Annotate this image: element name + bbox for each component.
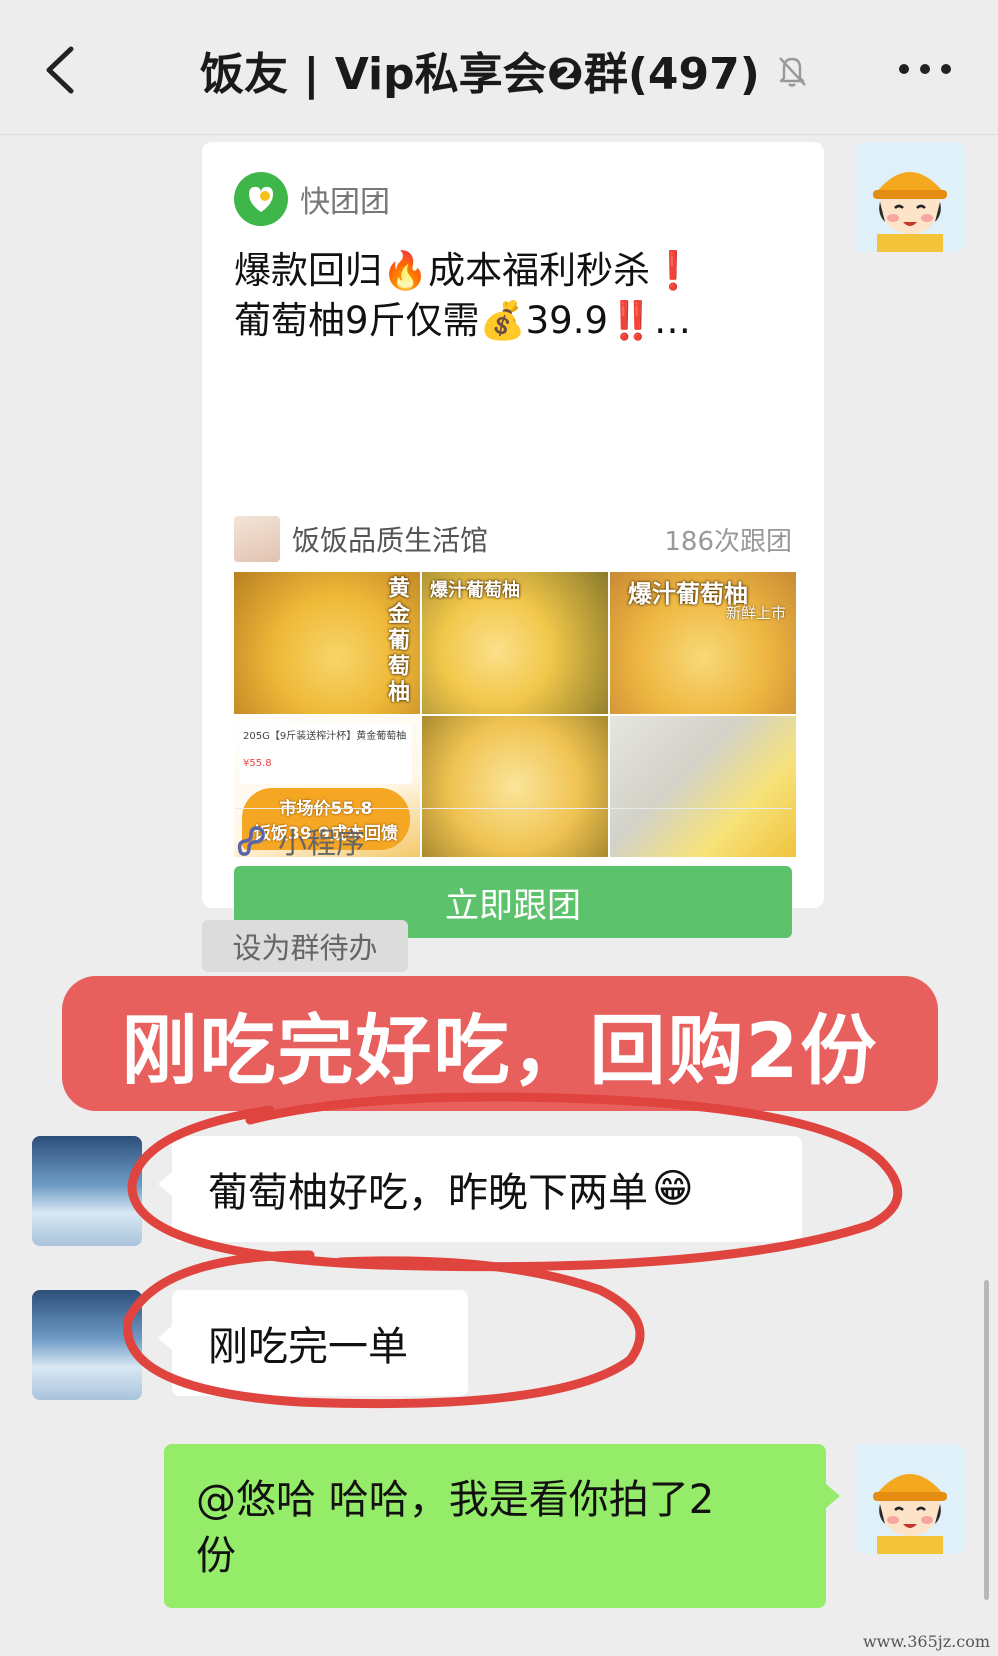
message-text: 刚吃完一单 <box>208 1324 408 1370</box>
card-brand: 快团团 <box>234 172 390 226</box>
more-dots-icon <box>899 64 951 74</box>
store-name: 饭饭品质生活馆 <box>292 524 489 557</box>
message-bubble[interactable]: 刚吃完一单 <box>158 1290 468 1396</box>
mini-program-label: 小程序 <box>278 826 366 860</box>
photo-label: 黄金葡萄柚 <box>384 576 409 706</box>
mini-program-card[interactable]: 快团团 爆款回归🔥成本福利秒杀❗ 葡萄柚9斤仅需💰39.9‼️… 饭饭品质生活馆… <box>202 142 824 938</box>
message-text: 葡萄柚好吃，昨晚下两单 <box>208 1170 648 1216</box>
mini-program-icon <box>237 826 265 856</box>
card-title: 爆款回归🔥成本福利秒杀❗ 葡萄柚9斤仅需💰39.9‼️… <box>234 246 794 346</box>
chat-title-group: 饭友 | Vip私享会❷群(497) <box>200 40 840 100</box>
chat-title: 饭友 | Vip私享会❷群(497) <box>200 49 760 100</box>
card-title-line1: 爆款回归🔥成本福利秒杀❗ <box>234 249 697 292</box>
grin-emoji: 😁 <box>652 1166 694 1212</box>
message-text-line2: 份 <box>196 1533 236 1579</box>
sender-avatar[interactable] <box>32 1290 142 1400</box>
card-divider <box>234 808 792 809</box>
card-title-line2: 葡萄柚9斤仅需💰39.9‼️… <box>234 299 692 342</box>
card-footer: 小程序 <box>234 818 365 864</box>
product-photo: 爆汁葡萄柚 新鲜上市 <box>610 572 796 714</box>
back-button[interactable] <box>30 40 90 100</box>
chevron-left-icon <box>46 46 74 94</box>
chat-header: 饭友 | Vip私享会❷群(497) <box>0 0 998 135</box>
kuaituantuan-logo-icon <box>234 172 288 226</box>
chat-screen: 饭友 | Vip私享会❷群(497) 快团团 爆款回归🔥成本福利秒杀❗ 葡萄柚9… <box>0 0 998 1656</box>
cartoon-girl-icon <box>855 142 965 252</box>
scrollbar[interactable] <box>984 1280 989 1600</box>
my-avatar[interactable] <box>855 142 965 252</box>
mini-product-listing: 205G【9斤装送榨汁杯】黄金葡萄柚 ¥55.8 <box>240 724 412 784</box>
store-avatar <box>234 516 280 562</box>
product-photo: 黄金葡萄柚 <box>234 572 420 714</box>
cartoon-girl-icon <box>855 1444 965 1554</box>
price-tag-line1: 市场价55.8 <box>279 799 373 819</box>
message-text-line1: @悠哈 哈哈，我是看你拍了2 <box>196 1477 715 1523</box>
sender-avatar[interactable] <box>32 1136 142 1246</box>
watermark: www.365jz.com <box>862 1632 990 1651</box>
my-avatar[interactable] <box>855 1444 965 1554</box>
more-options-button[interactable] <box>890 44 960 94</box>
brand-name: 快团团 <box>300 185 390 220</box>
product-photo <box>422 716 608 857</box>
follow-count: 186次跟团 <box>664 526 792 557</box>
message-bubble[interactable]: 葡萄柚好吃，昨晚下两单 😁 <box>158 1136 802 1242</box>
photo-label: 爆汁葡萄柚 <box>430 580 520 601</box>
product-photo <box>610 716 796 857</box>
store-row: 饭饭品质生活馆 186次跟团 <box>234 516 792 562</box>
photo-sublabel: 新鲜上市 <box>725 604 786 622</box>
mini-product-title: 205G【9斤装送榨汁杯】黄金葡萄柚 <box>243 731 407 742</box>
bell-off-icon <box>779 57 806 87</box>
own-message-bubble[interactable]: @悠哈 哈哈，我是看你拍了2 份 <box>164 1444 840 1608</box>
product-photo: 爆汁葡萄柚 <box>422 572 608 714</box>
banner-text: 刚吃完好吃，回购2份 <box>121 1005 879 1095</box>
set-group-todo-button[interactable]: 设为群待办 <box>202 920 408 972</box>
overlay-banner: 刚吃完好吃，回购2份 <box>62 976 938 1111</box>
product-photo-grid: 黄金葡萄柚 爆汁葡萄柚 爆汁葡萄柚 新鲜上市 205G【9斤装送榨汁杯】黄金葡萄… <box>234 572 796 857</box>
mini-product-price: ¥55.8 <box>243 758 272 769</box>
